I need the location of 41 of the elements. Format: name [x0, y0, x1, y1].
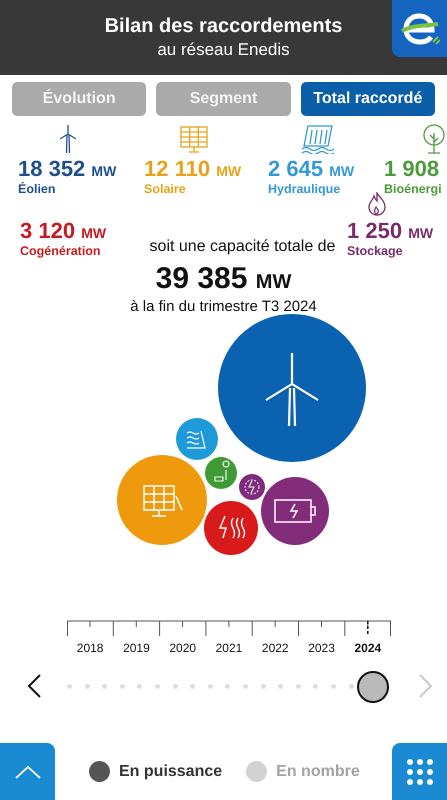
- energy-label: Cogénération: [20, 244, 101, 258]
- energy-label: Stockage: [347, 244, 403, 258]
- power-value: 12 110 MW: [144, 156, 242, 182]
- power-value: 1 250 MW: [347, 218, 434, 244]
- year-label[interactable]: 2021: [206, 641, 252, 655]
- dam-bubble: [176, 418, 218, 460]
- energy-label: Éolien: [18, 182, 56, 196]
- power-value: 2 645 MW: [268, 156, 354, 182]
- energy-label: Bioénergi: [384, 182, 442, 196]
- battery-bubble: [261, 477, 329, 545]
- year-label[interactable]: 2020: [160, 641, 206, 655]
- energy-label: Hydraulique: [268, 182, 340, 196]
- logo-icon[interactable]: [392, 0, 447, 57]
- page-title: Bilan des raccordements: [104, 15, 342, 38]
- wind-turbine-icon: [57, 124, 79, 154]
- grid-icon: [406, 758, 432, 784]
- energy-label: Solaire: [144, 182, 186, 196]
- scroll-up-button[interactable]: [0, 743, 55, 800]
- total-intro: soit une capacité totale de: [148, 238, 336, 256]
- period-label: à la fin du trimestre T3 2024: [130, 298, 317, 315]
- timeline-slider[interactable]: [67, 669, 391, 703]
- dam-icon: [300, 124, 336, 154]
- flame-icon: [368, 192, 386, 216]
- year-label[interactable]: 2023: [298, 641, 345, 655]
- year-label[interactable]: 2022: [252, 641, 298, 655]
- total-capacity: 39 385 MW: [156, 262, 292, 296]
- year-label[interactable]: 2018: [67, 641, 114, 655]
- solar-panel-icon: [179, 126, 209, 154]
- power-value: 3 120 MW: [20, 218, 106, 244]
- slider-thumb[interactable]: [356, 671, 389, 703]
- year-label[interactable]: 2024: [344, 641, 391, 655]
- tree-icon: [422, 124, 446, 154]
- tab[interactable]: Total raccordé: [300, 82, 435, 116]
- year-label[interactable]: 2019: [113, 641, 160, 655]
- menu-grid-button[interactable]: [392, 743, 447, 800]
- power-value: 18 352 MW: [18, 156, 116, 182]
- heat-bubble: [204, 501, 258, 555]
- page-subtitle: au réseau Enedis: [157, 40, 290, 60]
- chevron-up-icon: [14, 764, 42, 780]
- power-value: 1 908: [384, 156, 440, 182]
- mode-option[interactable]: En puissance: [89, 761, 222, 782]
